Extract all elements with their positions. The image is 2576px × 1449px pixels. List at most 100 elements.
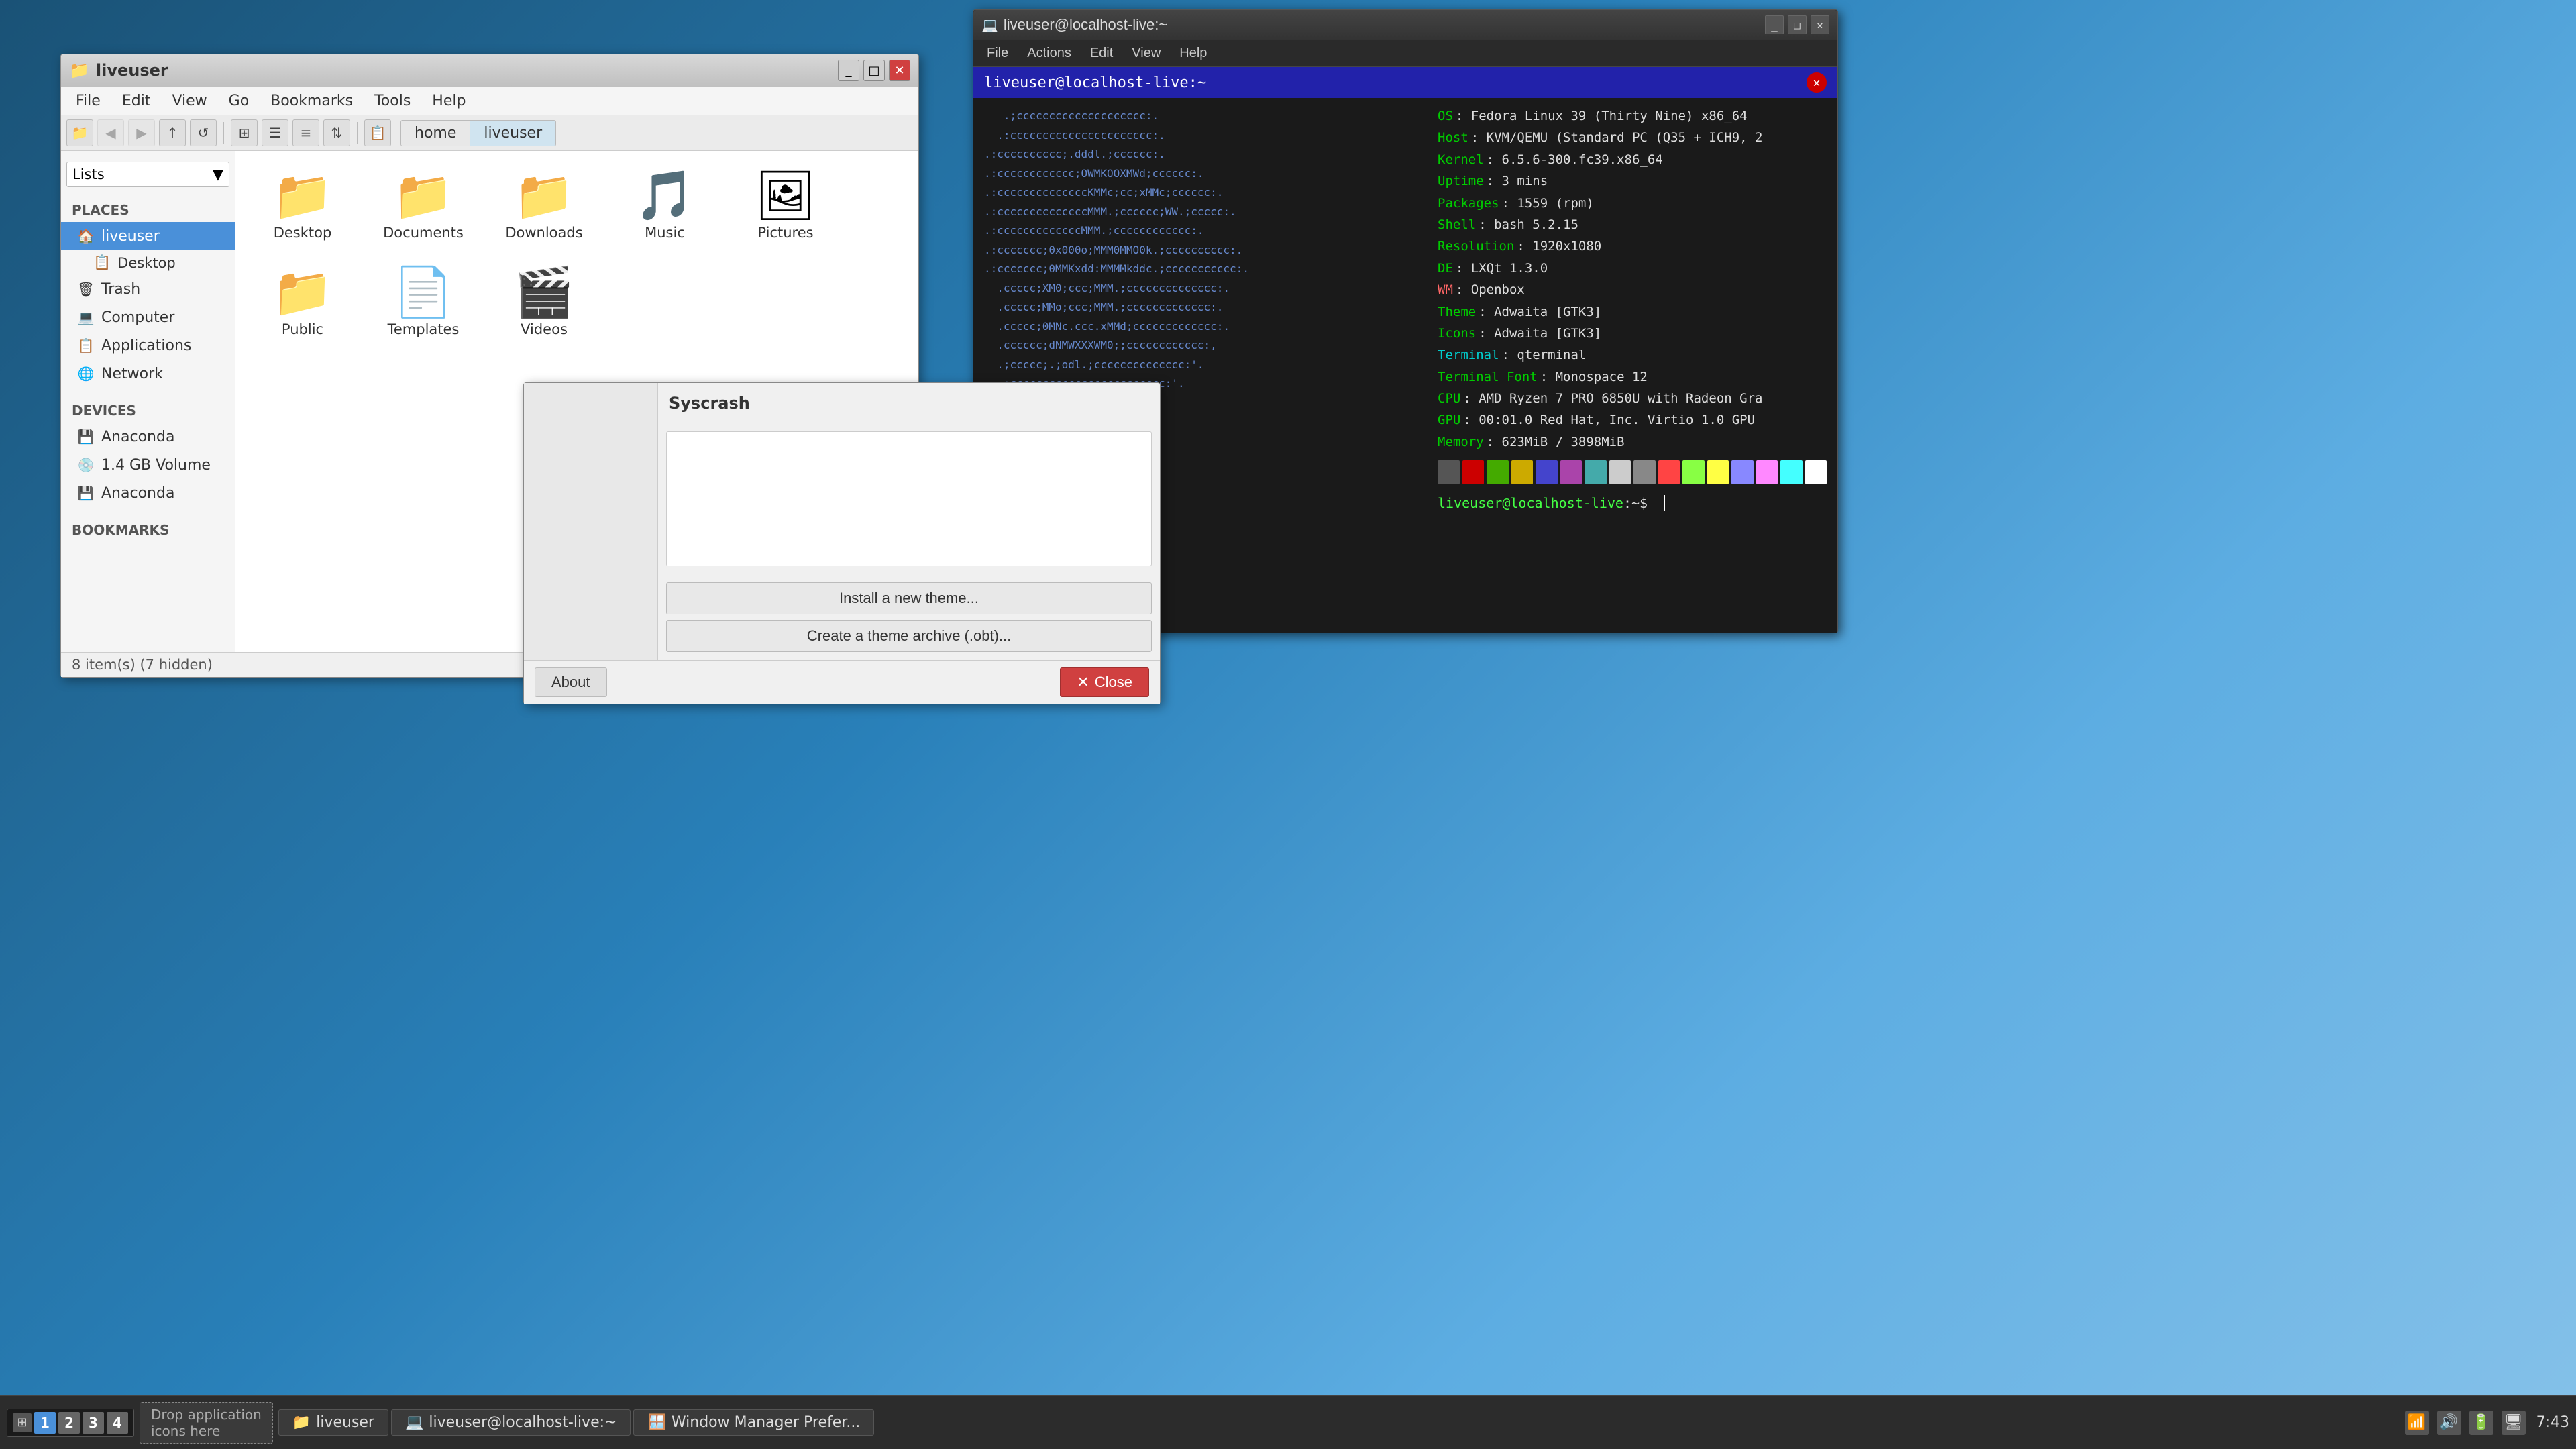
breadcrumb-home[interactable]: home [400, 120, 470, 146]
menu-help[interactable]: Help [423, 90, 475, 112]
toolbar-separator2 [357, 122, 358, 144]
back-button[interactable]: ◀ [97, 119, 124, 146]
file-manager-title: liveuser [96, 61, 168, 80]
terminal-menubar: File Actions Edit View Help [973, 40, 1837, 67]
term-menu-view[interactable]: View [1124, 43, 1169, 64]
term-menu-edit[interactable]: Edit [1082, 43, 1121, 64]
color-swatch-5 [1560, 460, 1582, 484]
menu-bookmarks[interactable]: Bookmarks [261, 90, 362, 112]
terminal-maximize[interactable]: □ [1788, 15, 1807, 34]
filemanager-taskbar-icon: 📁 [292, 1414, 311, 1431]
sidebar-item-trash[interactable]: 🗑 Trash [61, 275, 235, 303]
sidebar-dropdown-label: Lists [72, 166, 105, 182]
parent-button[interactable]: ↑ [159, 119, 186, 146]
pager-2[interactable]: 2 [58, 1412, 80, 1434]
file-item-templates[interactable]: 📄 Templates [370, 261, 477, 344]
pref-content: Syscrash Install a new theme... Create a… [524, 383, 1160, 660]
pager-icon: ⊞ [13, 1413, 32, 1432]
file-label-music: Music [645, 225, 685, 241]
pref-sidebar [524, 383, 658, 660]
file-label-desktop: Desktop [274, 225, 332, 241]
preferences-taskbar-icon: 🪟 [647, 1414, 665, 1431]
file-grid: 📁 Desktop 📁 Documents 📁 Downloads 🎵 Musi… [249, 164, 905, 344]
statusbar-items: 8 item(s) (7 hidden) [72, 657, 213, 673]
terminal-titlebar: 💻 liveuser@localhost-live:~ _ □ ✕ [973, 10, 1837, 40]
sidebar-liveuser-label: liveuser [101, 228, 160, 245]
breadcrumb-liveuser[interactable]: liveuser [470, 120, 556, 146]
about-button[interactable]: About [535, 667, 607, 697]
sidebar-item-computer[interactable]: 💻 Computer [61, 303, 235, 331]
close-button[interactable]: ✕ [889, 60, 910, 81]
menu-tools[interactable]: Tools [365, 90, 420, 112]
pager-4[interactable]: 4 [107, 1412, 128, 1434]
color-swatch-0 [1438, 460, 1460, 484]
taskbar-btn-preferences[interactable]: 🪟 Window Manager Prefer... [633, 1409, 874, 1436]
minimize-button[interactable]: _ [838, 60, 859, 81]
sort-button[interactable]: ⇅ [323, 119, 350, 146]
close-pref-button[interactable]: ✕ Close [1060, 667, 1149, 697]
file-item-videos[interactable]: 🎬 Videos [490, 261, 598, 344]
file-item-pictures[interactable]: 🖼 Pictures [732, 164, 839, 248]
volume-tray-icon: 🔊 [2437, 1411, 2461, 1435]
file-item-desktop[interactable]: 📁 Desktop [249, 164, 356, 248]
sidebar-item-anaconda1[interactable]: 💾 Anaconda [61, 423, 235, 451]
taskbar-left: ⊞ 1 2 3 4 Drop applicationicons here [7, 1402, 273, 1444]
icon-view-button[interactable]: ⊞ [231, 119, 258, 146]
term-menu-actions[interactable]: Actions [1019, 43, 1079, 64]
sidebar-item-network[interactable]: 🌐 Network [61, 360, 235, 388]
sidebar-item-desktop[interactable]: 📋 Desktop [61, 250, 235, 275]
folder-icon-music: 🎵 [635, 171, 695, 219]
terminal-header-close[interactable]: ✕ [1807, 72, 1827, 93]
sidebar-trash-label: Trash [101, 281, 140, 298]
pager-1[interactable]: 1 [34, 1412, 56, 1434]
pager-3[interactable]: 3 [83, 1412, 104, 1434]
syscrash-label: Syscrash [658, 383, 1160, 423]
sidebar-item-applications[interactable]: 📋 Applications [61, 331, 235, 360]
refresh-button[interactable]: ↺ [190, 119, 217, 146]
path-toggle-button[interactable]: 📋 [364, 119, 391, 146]
close-icon: ✕ [1077, 674, 1089, 691]
taskbar-btn-terminal[interactable]: 💻 liveuser@localhost-live:~ [391, 1409, 631, 1436]
sidebar-item-anaconda2[interactable]: 💾 Anaconda [61, 479, 235, 507]
bookmarks-heading: Bookmarks [61, 518, 235, 542]
file-item-documents[interactable]: 📁 Documents [370, 164, 477, 248]
forward-button[interactable]: ▶ [128, 119, 155, 146]
detail-view-button[interactable]: ☰ [262, 119, 288, 146]
create-archive-button[interactable]: Create a theme archive (.obt)... [666, 620, 1152, 652]
taskbar-btn-filemanager[interactable]: 📁 liveuser [278, 1409, 388, 1436]
taskbar-buttons: 📁 liveuser 💻 liveuser@localhost-live:~ 🪟… [278, 1409, 875, 1436]
folder-icon-videos: 🎬 [514, 268, 574, 316]
maximize-button[interactable]: □ [863, 60, 885, 81]
color-swatch-1 [1462, 460, 1485, 484]
menu-edit[interactable]: Edit [113, 90, 160, 112]
prompt-separator: :~$ [1623, 495, 1656, 511]
file-item-downloads[interactable]: 📁 Downloads [490, 164, 598, 248]
toolbar: 📁 ◀ ▶ ↑ ↺ ⊞ ☰ ≡ ⇅ 📋 home liveuser [61, 115, 918, 151]
taskbar-drop-area: Drop applicationicons here [140, 1402, 273, 1444]
terminal-taskbar-label: liveuser@localhost-live:~ [429, 1414, 616, 1431]
file-item-public[interactable]: 📁 Public [249, 261, 356, 344]
terminal-minimize[interactable]: _ [1765, 15, 1784, 34]
new-folder-button[interactable]: 📁 [66, 119, 93, 146]
home-icon: 🏠 [77, 227, 95, 245]
sidebar-item-liveuser[interactable]: 🏠 liveuser [61, 222, 235, 250]
terminal-close[interactable]: ✕ [1811, 15, 1829, 34]
menu-go[interactable]: Go [219, 90, 259, 112]
menu-view[interactable]: View [162, 90, 216, 112]
term-menu-help[interactable]: Help [1171, 43, 1215, 64]
menu-file[interactable]: File [66, 90, 110, 112]
color-swatch-4 [1536, 460, 1558, 484]
file-item-music[interactable]: 🎵 Music [611, 164, 718, 248]
sidebar-volume-label: 1.4 GB Volume [101, 457, 211, 474]
taskbar: ⊞ 1 2 3 4 Drop applicationicons here 📁 l… [0, 1395, 2576, 1449]
sidebar-item-volume[interactable]: 💿 1.4 GB Volume [61, 451, 235, 479]
color-swatch-2 [1487, 460, 1509, 484]
places-section: Places 🏠 liveuser 📋 Desktop 🗑 Trash 💻 Co… [61, 193, 235, 393]
file-manager-menubar: File Edit View Go Bookmarks Tools Help [61, 87, 918, 115]
compact-view-button[interactable]: ≡ [292, 119, 319, 146]
color-swatch-3 [1511, 460, 1534, 484]
taskbar-right: 📶 🔊 🔋 🖥 7:43 [2405, 1411, 2569, 1435]
install-theme-button[interactable]: Install a new theme... [666, 582, 1152, 614]
sidebar-dropdown[interactable]: Lists ▼ [66, 162, 229, 187]
term-menu-file[interactable]: File [979, 43, 1016, 64]
